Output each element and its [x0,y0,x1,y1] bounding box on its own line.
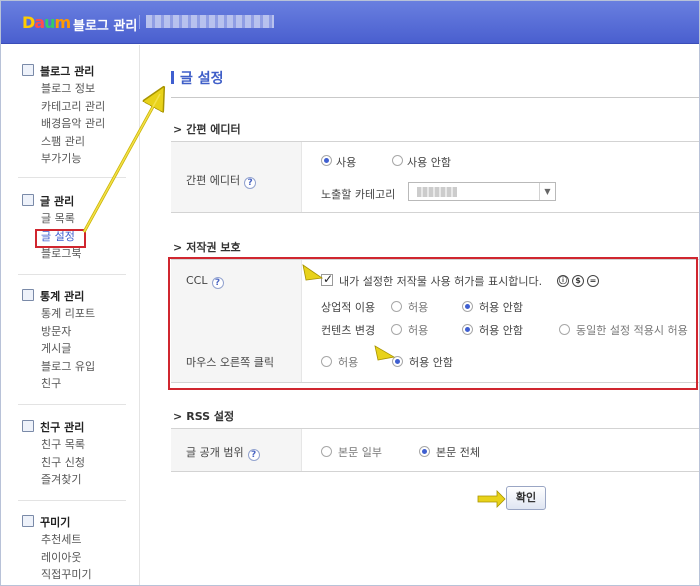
section-title-editor: > 간편 에디터 [173,123,241,136]
top-bar: Daum 블로그 관리 [0,0,700,44]
radio-editor-nouse[interactable] [392,155,403,166]
title-divider [171,97,700,98]
copyright-highlight-box [168,257,698,390]
friends-icon [22,420,34,432]
help-icon[interactable]: ? [244,177,257,189]
section-title-rss: > RSS 설정 [173,410,235,423]
blog-name-blurred [146,15,274,28]
sidebar-item-friend-list[interactable]: 친구 목록 [41,436,85,454]
chevron-right-icon: > [173,123,183,136]
sidebar-item-favorites[interactable]: 즐겨찾기 [41,471,85,489]
arrow-confirm-icon [477,490,506,508]
sidebar-item-friend-request[interactable]: 친구 신청 [41,454,85,472]
sidebar-group-title[interactable]: 꾸미기 [40,514,70,530]
page-title: 글 설정 [180,71,224,87]
category-select-value [417,187,457,197]
sidebar-group-title[interactable]: 글 관리 [40,193,74,209]
post-manage-icon [22,194,34,206]
sidebar-item-stats-report[interactable]: 통계 리포트 [41,305,95,323]
title-divider [139,15,140,29]
sidebar-item-post-list[interactable]: 글 목록 [41,210,81,228]
sidebar-group-title[interactable]: 친구 관리 [40,419,84,435]
sidebar-item-blog-info[interactable]: 블로그 정보 [41,80,105,98]
rss-label-cell: 글 공개 범위? [171,429,302,471]
category-label: 노출할 카테고리 [321,188,396,201]
sidebar-highlight-box [35,229,86,248]
radio-rss-partial-label[interactable]: 본문 일부 [338,444,382,460]
radio-rss-full[interactable] [419,446,430,457]
sidebar-divider [18,274,126,275]
sidebar-item-visitors[interactable]: 방문자 [41,323,95,341]
app-title[interactable]: 블로그 관리 [73,15,137,34]
sidebar-divider [18,404,126,405]
radio-editor-nouse-label[interactable]: 사용 안함 [407,154,451,170]
sidebar: 블로그 관리 블로그 정보 카테고리 관리 배경음악 관리 스팸 관리 부가기능… [0,45,140,586]
editor-label: 간편 에디터? [186,172,257,189]
sidebar-item-preset[interactable]: 추천세트 [41,531,92,549]
sidebar-item-category[interactable]: 카테고리 관리 [41,98,105,116]
section-title-copyright: > 저작권 보호 [173,241,241,254]
sidebar-group-title[interactable]: 통계 관리 [40,288,84,304]
sidebar-divider [18,500,126,501]
blog-manage-icon [22,64,34,76]
editor-label-cell: 간편 에디터? [171,142,302,212]
radio-editor-use[interactable] [321,155,332,166]
chevron-right-icon: > [173,410,183,423]
radio-rss-partial[interactable] [321,446,332,457]
category-select[interactable]: ▼ [408,182,556,201]
title-accent-bar [171,71,174,84]
confirm-button[interactable]: 확인 [506,486,546,510]
sidebar-divider [18,177,126,178]
radio-rss-full-label[interactable]: 본문 전체 [436,444,480,460]
editor-settings-box: 간편 에디터? 사용 사용 안함 노출할 카테고리 ▼ [171,141,700,213]
sidebar-item-spam[interactable]: 스팸 관리 [41,133,105,151]
sidebar-item-layout[interactable]: 레이아웃 [41,549,92,567]
stats-icon [22,289,34,301]
decorate-icon [22,515,34,527]
sidebar-item-custom[interactable]: 직접꾸미기 [41,566,92,584]
chevron-down-icon: ▼ [539,183,555,200]
sidebar-item-addons[interactable]: 부가기능 [41,150,105,168]
sidebar-item-articles[interactable]: 게시글 [41,340,95,358]
sidebar-item-friends-stats[interactable]: 친구 [41,375,95,393]
help-icon[interactable]: ? [247,449,260,461]
radio-editor-use-label[interactable]: 사용 [336,154,356,170]
sidebar-group-title[interactable]: 블로그 관리 [40,63,94,79]
rss-settings-box: 글 공개 범위? 본문 일부 본문 전체 [171,428,700,472]
daum-logo[interactable]: Daum [22,13,71,32]
rss-label: 글 공개 범위? [186,444,260,461]
chevron-right-icon: > [173,241,183,254]
sidebar-item-inflow[interactable]: 블로그 유입 [41,358,95,376]
sidebar-item-bgm[interactable]: 배경음악 관리 [41,115,105,133]
